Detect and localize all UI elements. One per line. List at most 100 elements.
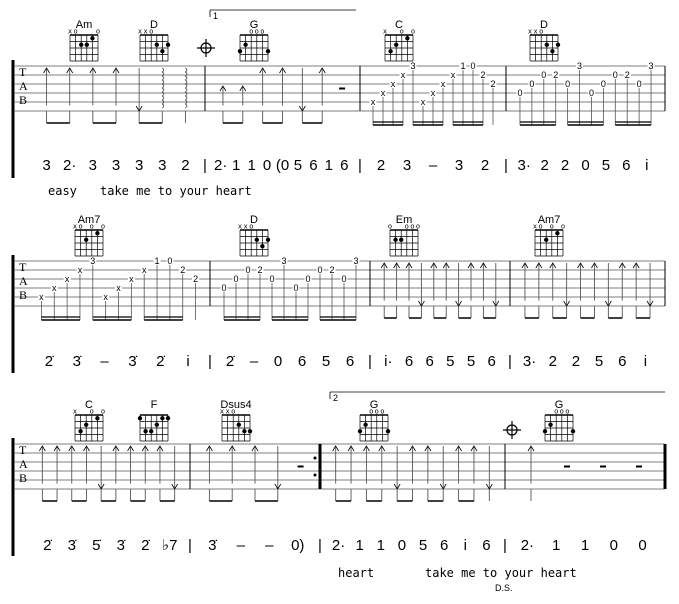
fret-number: 0: [233, 274, 238, 284]
volta-number: 2: [333, 393, 338, 403]
tab-clef-letter: B: [19, 93, 27, 107]
fret-number: 0: [305, 274, 310, 284]
measure-2: 3̇ – –0)|: [188, 444, 322, 554]
notation-note: 5: [446, 353, 454, 370]
open-muted-string-marks: xxo: [138, 28, 172, 36]
notation-note: 2: [181, 157, 189, 174]
volta-bracket-1: 1: [209, 9, 356, 21]
measure-4: 000 203000 2033· 2 2 0 5 6 i|: [504, 61, 655, 174]
finger-dot: [242, 429, 247, 434]
coda-symbol: [503, 421, 521, 439]
tab-clef-letter: B: [19, 471, 27, 485]
repeat-dot: [313, 473, 317, 477]
notation-note: 1: [232, 157, 240, 174]
notation-note: i·: [384, 353, 392, 370]
finger-dot: [95, 231, 100, 236]
fret-number: 2: [329, 265, 334, 275]
notation-note: i: [645, 157, 648, 174]
open-muted-string-marks: ooo: [543, 408, 577, 416]
finger-dot: [165, 42, 171, 47]
notation-note: 1: [356, 537, 364, 554]
notation-note: 0: [638, 537, 646, 554]
fret-number: 0: [245, 265, 250, 275]
finger-dot: [160, 416, 165, 421]
dead-note: x: [52, 283, 57, 293]
chord-diagram-g: G ooo: [357, 399, 391, 442]
notation-note: 2·: [332, 537, 345, 554]
notation-bar: |: [358, 157, 362, 174]
dead-note: x: [401, 70, 406, 80]
notation-note: 6: [487, 353, 495, 370]
notation-note: 6: [482, 537, 490, 554]
finger-dot: [542, 429, 548, 434]
open-muted-string-marks: [138, 408, 172, 416]
notation-note: 2: [561, 157, 569, 174]
dead-note: x: [371, 97, 376, 107]
notation-bar: |: [203, 157, 207, 174]
notation-note: 0: [263, 157, 271, 174]
fret-number: 3: [410, 61, 415, 71]
fret-number: 0: [341, 274, 346, 284]
notation-note: 3: [135, 157, 143, 174]
notation-note: 3: [42, 157, 50, 174]
fret-number: 0: [293, 283, 298, 293]
dead-note: x: [116, 283, 121, 293]
notation-bar: |: [208, 353, 212, 370]
finger-dot: [95, 416, 100, 421]
volta-number: 1: [213, 11, 218, 21]
finger-dot: [137, 416, 143, 421]
open-muted-string-marks: xo o: [68, 28, 102, 36]
finger-dot: [555, 231, 560, 236]
notation-note: 1: [325, 157, 333, 174]
tab-clef-letter: B: [19, 288, 27, 302]
finger-dot: [357, 429, 363, 434]
dead-note: x: [441, 79, 446, 89]
notation-note: 3̇: [128, 353, 137, 370]
fret-number: 3: [577, 61, 582, 71]
finger-dot: [243, 42, 248, 47]
fret-number: 2: [490, 79, 495, 89]
notation-note: 0: [274, 353, 282, 370]
fret-number: 0: [269, 274, 274, 284]
notation-note: 0: [581, 157, 589, 174]
notation-bar: |: [503, 537, 507, 554]
notation-note: –: [265, 537, 274, 554]
notation-note: 3: [112, 157, 120, 174]
fret-number: 2: [257, 265, 262, 275]
finger-dot: [254, 237, 259, 242]
fret-number: 0: [565, 79, 570, 89]
notation-note: 5: [294, 157, 302, 174]
finger-dot: [548, 422, 553, 427]
open-muted-string-marks: xo o o: [73, 223, 107, 231]
finger-dot: [79, 42, 84, 47]
fret-number: 3: [649, 61, 654, 71]
notation-note: 5: [602, 157, 610, 174]
dead-note: x: [103, 292, 108, 302]
notation-note: 3̇: [208, 537, 217, 554]
notation-note: 3: [455, 157, 463, 174]
fret-number: 2: [553, 70, 558, 80]
chord-diagram-am7: Am7xo o o: [533, 214, 565, 257]
notation-note: (0: [276, 157, 289, 174]
system-3: TAB Cx o o F Dsus4xxo G ooo G ooo 2 2̇ 3̇ 5̇ 3…: [11, 391, 667, 593]
notation-note: 3̇: [68, 537, 77, 554]
open-muted-string-marks: xxo: [238, 223, 272, 231]
notation-note: 2̇: [156, 353, 165, 370]
lyric-text: take me to your heart: [425, 566, 577, 580]
lyric-text: take me to your heart: [100, 184, 252, 198]
finger-dot: [154, 422, 159, 427]
finger-dot: [84, 422, 89, 427]
finger-dot: [143, 429, 148, 434]
tab-clef-letter: T: [19, 443, 27, 457]
dead-note: x: [391, 79, 396, 89]
finger-dot: [237, 49, 243, 54]
notation-note: 2̇: [141, 537, 150, 554]
fret-number: 2: [180, 265, 185, 275]
notation-note: 1: [377, 537, 385, 554]
open-muted-string-marks: x o o: [383, 28, 417, 36]
fret-number: 0: [601, 79, 606, 89]
fret-number: 1: [460, 61, 465, 71]
fret-number: 2: [625, 70, 630, 80]
finger-dot: [550, 49, 555, 54]
notation-note: 5: [419, 537, 427, 554]
